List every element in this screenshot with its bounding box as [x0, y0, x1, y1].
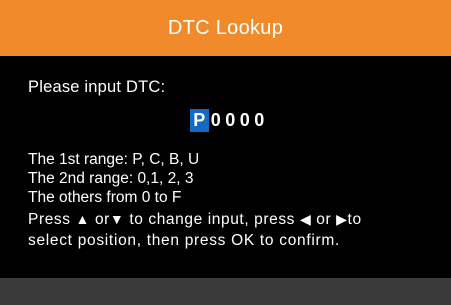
dtc-char-5[interactable]: 0 — [252, 109, 267, 132]
help-to-text: to — [347, 211, 362, 228]
range-second: The 2nd range: 0,1, 2, 3 — [28, 170, 194, 187]
dtc-input-prompt: Please input DTC: — [28, 78, 166, 96]
help-or-text: or — [94, 211, 110, 228]
range-others: The others from 0 to F — [28, 189, 182, 206]
help-change-text: to change input, press — [129, 211, 296, 228]
left-arrow-icon: ◀ — [299, 211, 312, 227]
dtc-char-3[interactable]: 0 — [223, 109, 238, 132]
dtc-char-4[interactable]: 0 — [238, 109, 253, 132]
help-line-2: select position, then press OK to confir… — [28, 232, 340, 249]
help-or-text-2: or — [316, 211, 332, 228]
page-title: DTC Lookup — [167, 16, 284, 39]
dtc-char-1[interactable]: P — [190, 109, 209, 132]
right-arrow-icon: ▶ — [336, 211, 348, 227]
range-first: The 1st range: P, C, B, U — [28, 151, 200, 168]
bottom-bar — [0, 278, 451, 305]
up-arrow-icon: ▲ — [75, 211, 91, 227]
dtc-code-input[interactable]: P 0 0 0 0 — [0, 109, 451, 132]
dtc-char-2[interactable]: 0 — [209, 109, 224, 132]
title-bar: DTC Lookup — [0, 0, 451, 56]
dtc-lookup-screen: DTC Lookup Please input DTC: P 0 0 0 0 T… — [0, 0, 451, 305]
instructions: The 1st range: P, C, B, U The 2nd range:… — [28, 150, 362, 250]
down-arrow-icon: ▼ — [109, 211, 125, 227]
help-press-text: Press — [28, 211, 71, 228]
help-line-1: Press ▲ or▼ to change input, press ◀ or … — [28, 210, 362, 229]
